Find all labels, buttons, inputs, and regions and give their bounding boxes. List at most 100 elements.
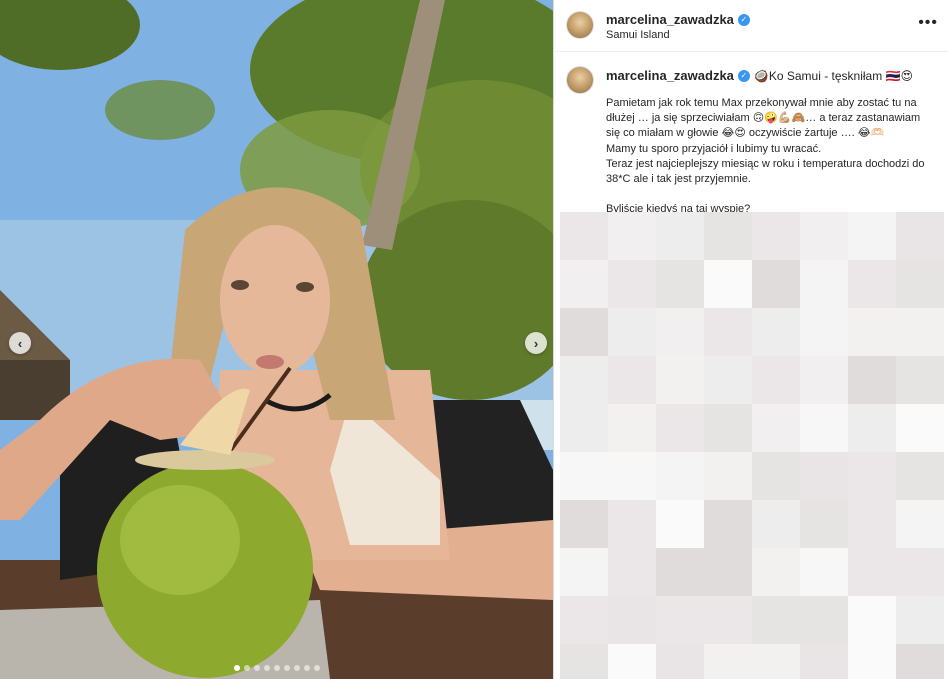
verified-badge-icon: ✓ — [737, 69, 750, 82]
blurred-pixel — [560, 404, 608, 452]
caption-avatar[interactable] — [566, 66, 594, 94]
blurred-pixel — [752, 596, 800, 644]
blurred-pixel — [800, 596, 848, 644]
caption-line: Teraz jest najcieplejszy miesiąc w roku … — [606, 157, 925, 186]
blurred-pixel — [800, 260, 848, 308]
more-options-icon[interactable]: ••• — [918, 14, 938, 32]
blurred-pixel — [560, 500, 608, 548]
post-side-panel: marcelina_zawadzka ✓ Samui Island ••• ma… — [554, 0, 948, 679]
header-username[interactable]: marcelina_zawadzka ✓ — [606, 12, 750, 27]
carousel-indicator — [0, 665, 553, 671]
blurred-comments-area — [560, 212, 948, 679]
blurred-pixel — [752, 356, 800, 404]
blurred-pixel — [752, 644, 800, 679]
blurred-pixel — [704, 644, 752, 679]
blurred-pixel — [848, 212, 896, 260]
carousel-dot — [313, 665, 320, 671]
blurred-pixel — [800, 500, 848, 548]
blurred-pixel — [656, 548, 704, 596]
blurred-pixel — [656, 500, 704, 548]
blurred-pixel — [608, 452, 656, 500]
blurred-pixel — [800, 212, 848, 260]
blurred-pixel — [560, 596, 608, 644]
blurred-pixel — [656, 308, 704, 356]
blurred-pixel — [800, 548, 848, 596]
blurred-pixel — [752, 308, 800, 356]
blurred-pixel — [608, 212, 656, 260]
blurred-pixel — [896, 596, 944, 644]
blurred-pixel — [848, 404, 896, 452]
blurred-pixel — [752, 260, 800, 308]
blurred-pixel — [656, 260, 704, 308]
blurred-pixel — [608, 644, 656, 679]
blurred-pixel — [656, 596, 704, 644]
blurred-pixel — [608, 548, 656, 596]
blurred-pixel — [704, 452, 752, 500]
caption-username[interactable]: marcelina_zawadzka — [606, 68, 734, 83]
caption-body: Pamietam jak rok temu Max przekonywał mn… — [606, 96, 936, 217]
carousel-dot — [293, 665, 300, 671]
blurred-pixel — [896, 212, 944, 260]
blurred-pixel — [800, 356, 848, 404]
blurred-pixel — [848, 260, 896, 308]
blurred-pixel — [848, 596, 896, 644]
blurred-pixel — [848, 548, 896, 596]
avatar[interactable] — [566, 11, 594, 39]
caption-line: Pamietam jak rok temu Max przekonywał mn… — [606, 97, 921, 140]
blurred-pixel — [560, 212, 608, 260]
blurred-pixel — [752, 212, 800, 260]
blurred-pixel — [656, 212, 704, 260]
blurred-pixel — [896, 644, 944, 679]
blurred-pixel — [800, 404, 848, 452]
blurred-pixel — [656, 452, 704, 500]
blurred-pixel — [848, 452, 896, 500]
verified-badge-icon: ✓ — [737, 13, 750, 26]
carousel-dot — [253, 665, 260, 671]
blurred-pixel — [560, 260, 608, 308]
carousel-prev-button[interactable]: ‹ — [9, 332, 31, 354]
blurred-pixel — [896, 548, 944, 596]
blurred-pixel — [752, 548, 800, 596]
caption-header: marcelina_zawadzka ✓ 🥥Ko Samui - tęsknił… — [606, 68, 913, 83]
blurred-pixel — [896, 452, 944, 500]
carousel-dot — [233, 665, 240, 671]
blurred-pixel — [560, 644, 608, 679]
caption-title: 🥥Ko Samui - tęskniłam 🇹🇭😍 — [753, 68, 914, 83]
blurred-pixel — [704, 356, 752, 404]
caption-line: Mamy tu sporo przyjaciół i lubimy tu wra… — [606, 142, 822, 155]
blurred-pixel — [656, 404, 704, 452]
blurred-pixel — [848, 500, 896, 548]
blurred-pixel — [800, 308, 848, 356]
blurred-pixel — [800, 644, 848, 679]
blurred-pixel — [848, 308, 896, 356]
carousel-dot — [243, 665, 250, 671]
blurred-pixel — [752, 404, 800, 452]
blurred-pixel — [704, 404, 752, 452]
blurred-pixel — [752, 452, 800, 500]
blurred-pixel — [608, 260, 656, 308]
carousel-dot — [303, 665, 310, 671]
blurred-pixel — [752, 500, 800, 548]
blurred-pixel — [560, 308, 608, 356]
blurred-pixel — [560, 548, 608, 596]
location-link[interactable]: Samui Island — [606, 29, 670, 41]
blurred-pixel — [656, 644, 704, 679]
blurred-pixel — [608, 596, 656, 644]
blurred-pixel — [656, 356, 704, 404]
blurred-pixel — [608, 308, 656, 356]
blurred-pixel — [704, 260, 752, 308]
blurred-pixel — [704, 500, 752, 548]
blurred-pixel — [608, 356, 656, 404]
blurred-pixel — [848, 644, 896, 679]
post-photo[interactable]: ‹ › — [0, 0, 553, 679]
blurred-pixel — [896, 356, 944, 404]
blurred-pixel — [704, 308, 752, 356]
blurred-pixel — [896, 260, 944, 308]
carousel-dot — [283, 665, 290, 671]
carousel-next-button[interactable]: › — [525, 332, 547, 354]
blurred-pixel — [704, 548, 752, 596]
blurred-pixel — [896, 404, 944, 452]
blurred-pixel — [704, 212, 752, 260]
carousel-dot — [263, 665, 270, 671]
username-text[interactable]: marcelina_zawadzka — [606, 12, 734, 27]
